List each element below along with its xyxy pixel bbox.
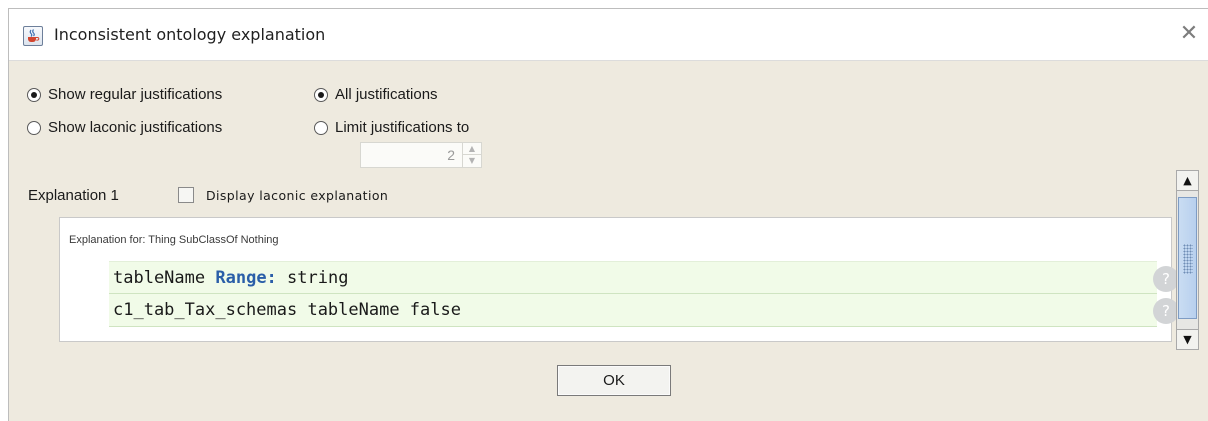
radio-selected-indicator [27, 87, 41, 102]
java-coffee-cup-icon [23, 26, 43, 46]
limit-justifications-radio[interactable]: Limit justifications to [314, 119, 469, 136]
radio-indicator [27, 120, 41, 135]
axiom-row[interactable]: tableName Range: string ? [109, 261, 1179, 294]
spinner-value: 2 [447, 147, 455, 163]
spinner-up-icon[interactable]: ▲ [463, 143, 481, 155]
axiom-subject: tableName [113, 268, 206, 288]
show-laconic-justifications-radio[interactable]: Show laconic justifications [27, 119, 222, 136]
axiom-row[interactable]: c1_tab_Tax_schemas tableName false ? [109, 294, 1179, 327]
radio-label: Show laconic justifications [48, 119, 223, 136]
explanation-header: Explanation for: Thing SubClassOf Nothin… [69, 234, 279, 246]
spinner-arrows: ▲ ▼ [462, 143, 481, 167]
checkbox-box[interactable] [178, 187, 194, 203]
show-regular-justifications-radio[interactable]: Show regular justifications [27, 86, 222, 103]
title-bar: Inconsistent ontology explanation ✕ [9, 9, 1208, 61]
scroll-down-icon[interactable]: ▼ [1177, 329, 1198, 349]
vertical-scrollbar[interactable]: ▲ ▼ [1176, 170, 1199, 350]
scrollbar-grip [1183, 244, 1193, 274]
radio-indicator [314, 120, 328, 135]
ok-button[interactable]: OK [557, 365, 671, 396]
all-justifications-radio[interactable]: All justifications [314, 86, 438, 103]
axiom-text: c1_tab_Tax_schemas tableName false [113, 300, 461, 320]
axiom-object: string [287, 268, 349, 288]
explanation-label: Explanation 1 [28, 187, 119, 204]
explanation-panel: Explanation for: Thing SubClassOf Nothin… [59, 217, 1179, 342]
close-icon[interactable]: ✕ [1177, 23, 1201, 47]
axiom-keyword: Range: [215, 268, 277, 288]
radio-selected-indicator [314, 87, 328, 102]
radio-label: Limit justifications to [335, 119, 470, 136]
radio-label: All justifications [335, 86, 438, 103]
window-title: Inconsistent ontology explanation [54, 25, 326, 44]
justification-limit-spinner[interactable]: 2 ▲ ▼ [360, 142, 482, 168]
radio-label: Show regular justifications [48, 86, 223, 103]
scroll-up-icon[interactable]: ▲ [1177, 171, 1198, 191]
scrollbar-thumb[interactable] [1178, 197, 1197, 319]
display-laconic-explanation-checkbox[interactable]: Display laconic explanation [178, 187, 388, 203]
spinner-down-icon[interactable]: ▼ [463, 155, 481, 167]
axiom-text: tableName Range: string [113, 268, 348, 288]
checkbox-label: Display laconic explanation [206, 187, 389, 203]
dialog-window: Inconsistent ontology explanation ✕ Show… [8, 8, 1208, 421]
